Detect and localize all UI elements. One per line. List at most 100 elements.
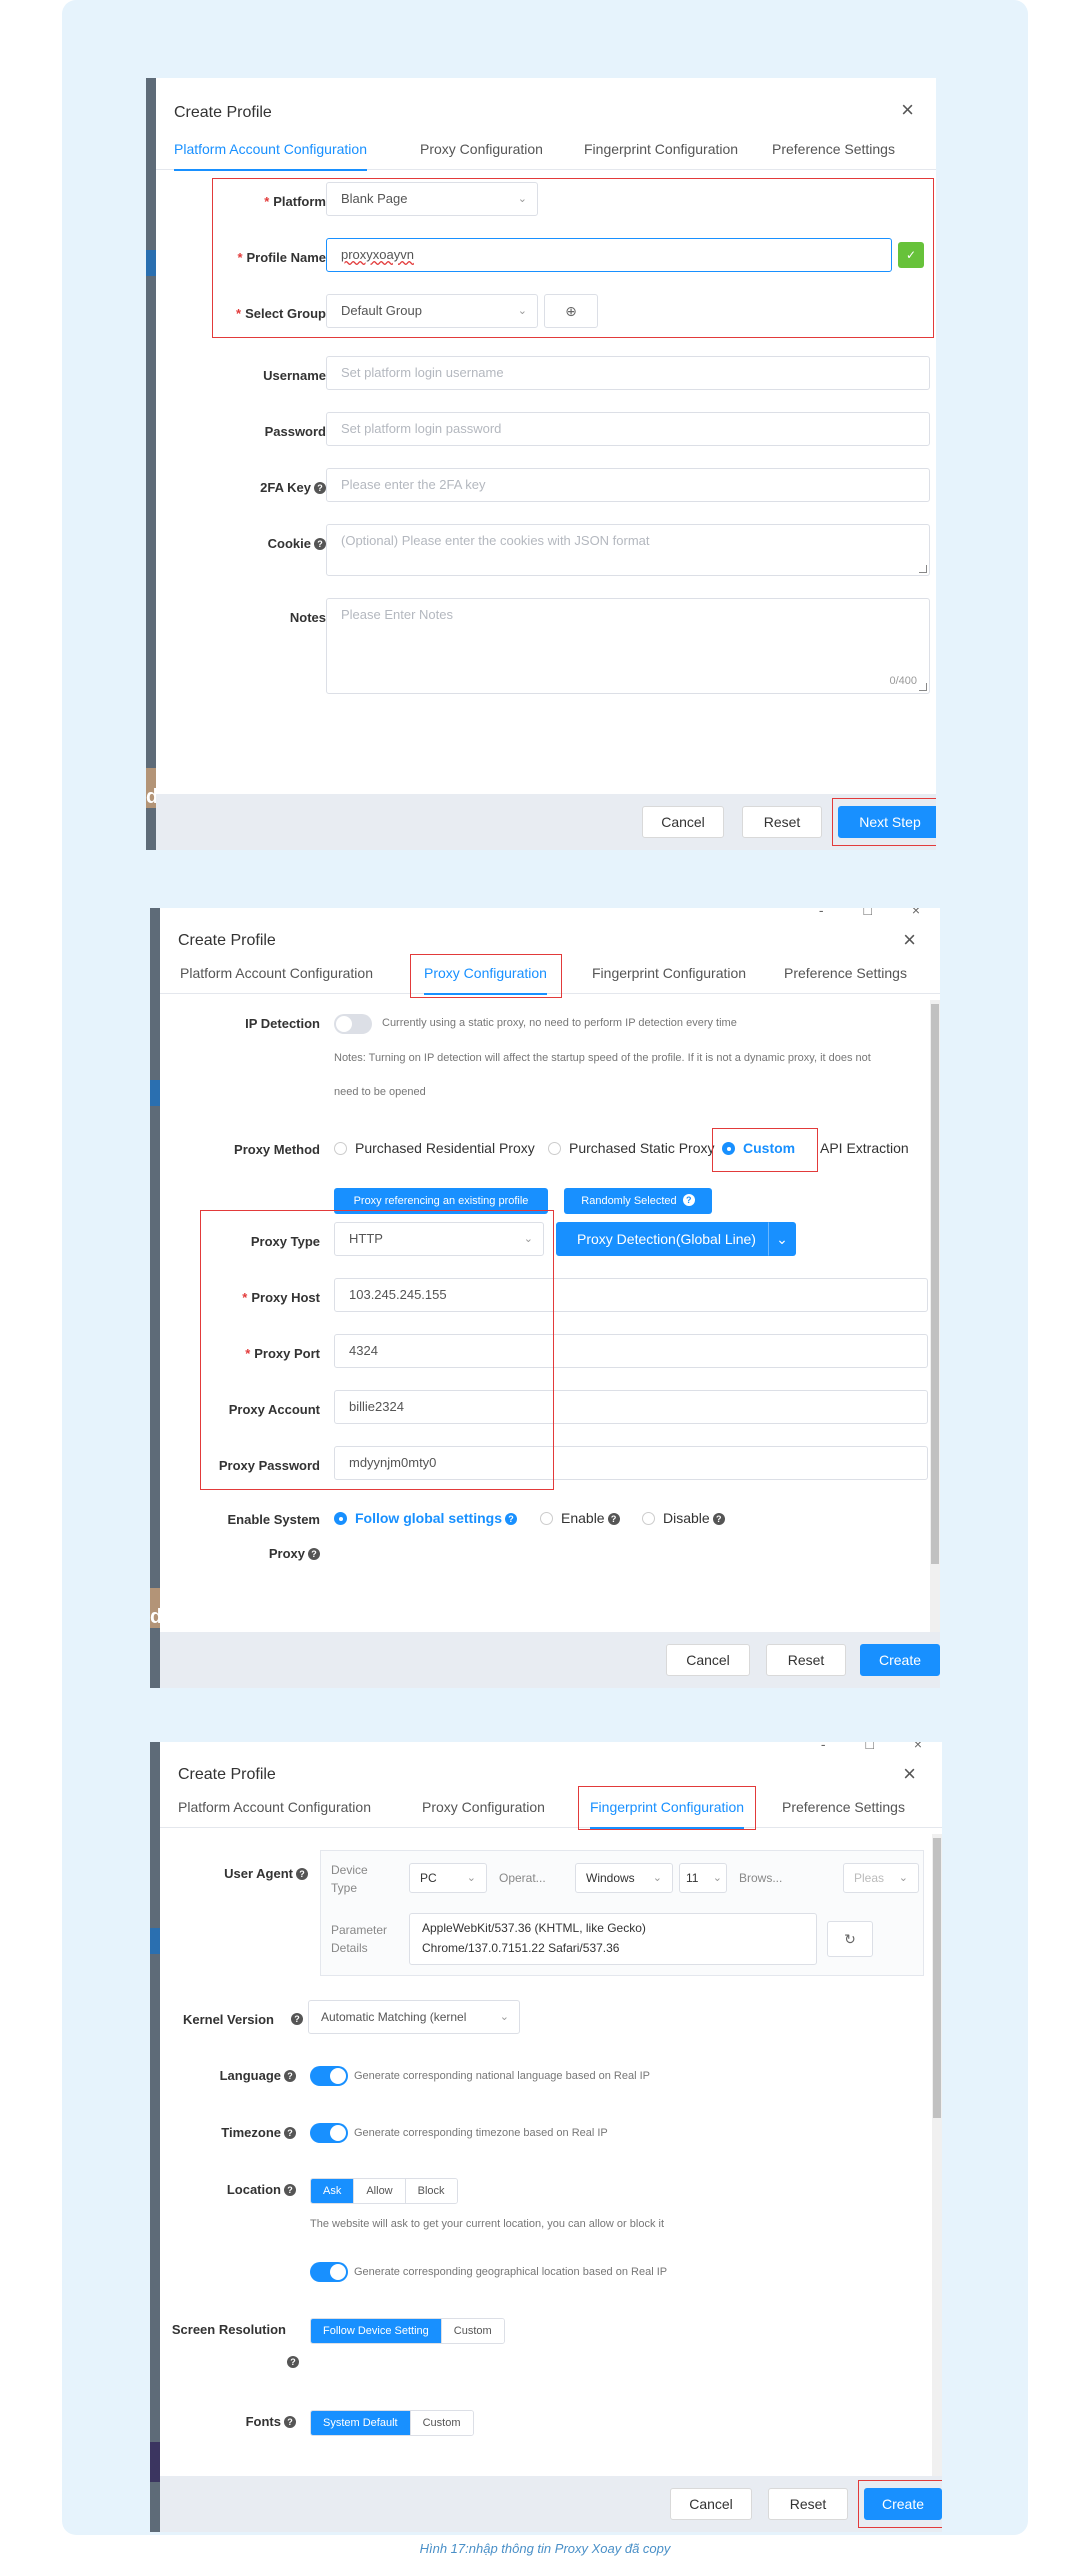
enable-radio[interactable]: Enable?: [540, 1510, 620, 1526]
help-icon: ?: [284, 2416, 296, 2428]
chevron-down-icon[interactable]: ⌄: [768, 1222, 796, 1256]
notes-textarea[interactable]: Please Enter Notes 0/400: [326, 598, 930, 694]
twofa-input[interactable]: Please enter the 2FA key: [326, 468, 930, 502]
os-select[interactable]: Windows ⌄: [575, 1863, 673, 1893]
check-icon[interactable]: ✓: [898, 242, 924, 268]
language-toggle[interactable]: [310, 2066, 348, 2086]
os-label: Operat...: [499, 1871, 546, 1885]
group-select[interactable]: Default Group ⌄: [326, 294, 538, 328]
method-residential-radio[interactable]: Purchased Residential Proxy: [334, 1140, 535, 1156]
help-icon: ?: [291, 2013, 303, 2025]
tab-preference[interactable]: Preference Settings: [772, 128, 895, 170]
create-profile-dialog: - □ × Create Profile × Platform Account …: [160, 908, 940, 1688]
random-select-button[interactable]: Randomly Selected ?: [564, 1188, 712, 1214]
fonts-system-default[interactable]: System Default: [311, 2411, 411, 2435]
tab-bar: Platform Account Configuration Proxy Con…: [160, 1786, 942, 1829]
method-static-radio[interactable]: Purchased Static Proxy: [548, 1140, 715, 1156]
timezone-text: Generate corresponding timezone based on…: [354, 2127, 608, 2139]
tab-preference[interactable]: Preference Settings: [784, 952, 907, 994]
resolution-custom[interactable]: Custom: [441, 2319, 504, 2343]
proxy-host-input[interactable]: 103.245.245.155: [334, 1278, 928, 1312]
left-strip: d: [150, 908, 162, 1688]
chevron-down-icon: ⌄: [466, 1872, 476, 1884]
os-version-select[interactable]: 11 ⌄: [679, 1863, 727, 1893]
add-group-icon[interactable]: ⊕: [544, 294, 598, 328]
device-type-label: Device Type: [331, 1863, 368, 1895]
help-icon: ?: [314, 538, 326, 550]
cancel-button[interactable]: Cancel: [670, 2488, 752, 2520]
platform-select[interactable]: Blank Page ⌄: [326, 182, 538, 216]
dialog-title: Create Profile: [178, 932, 276, 949]
cookie-textarea[interactable]: (Optional) Please enter the cookies with…: [326, 524, 930, 576]
resolution-segment: Follow Device Setting Custom: [310, 2318, 505, 2344]
tab-platform-account[interactable]: Platform Account Configuration: [178, 1786, 371, 1828]
reset-button[interactable]: Reset: [742, 806, 822, 838]
location-block[interactable]: Block: [405, 2179, 457, 2203]
cancel-button[interactable]: Cancel: [642, 806, 724, 838]
create-profile-dialog: Create Profile × Platform Account Config…: [156, 78, 936, 850]
tab-proxy[interactable]: Proxy Configuration: [420, 128, 543, 170]
tab-platform-account[interactable]: Platform Account Configuration: [180, 952, 373, 994]
chevron-down-icon: ⌄: [652, 1872, 662, 1884]
proxy-account-input[interactable]: billie2324: [334, 1390, 928, 1424]
refresh-icon[interactable]: ↻: [827, 1921, 873, 1957]
browser-select[interactable]: Pleas ⌄: [843, 1863, 919, 1893]
tab-preference[interactable]: Preference Settings: [782, 1786, 905, 1828]
reset-button[interactable]: Reset: [766, 1644, 846, 1676]
geolocation-toggle[interactable]: [310, 2262, 348, 2282]
ip-detection-toggle[interactable]: [334, 1014, 372, 1034]
timezone-toggle[interactable]: [310, 2123, 348, 2143]
proxy-password-input[interactable]: mdyynjm0mty0: [334, 1446, 928, 1480]
cancel-button[interactable]: Cancel: [666, 1644, 750, 1676]
location-segment: Ask Allow Block: [310, 2178, 458, 2204]
tab-fingerprint[interactable]: Fingerprint Configuration: [592, 952, 746, 994]
proxy-port-input[interactable]: 4324: [334, 1334, 928, 1368]
proxy-detection-button[interactable]: Proxy Detection(Global Line): [556, 1222, 768, 1256]
help-icon: ?: [712, 1513, 725, 1525]
create-button[interactable]: Create: [860, 1644, 940, 1676]
ip-note-line-1: Notes: Turning on IP detection will affe…: [334, 1052, 871, 1064]
tab-proxy[interactable]: Proxy Configuration: [422, 1786, 545, 1828]
scrollbar-thumb[interactable]: [933, 1838, 941, 2118]
tab-fingerprint[interactable]: Fingerprint Configuration: [590, 1786, 745, 1829]
location-allow[interactable]: Allow: [354, 2179, 406, 2203]
device-type-select[interactable]: PC ⌄: [409, 1863, 487, 1893]
tab-platform-account[interactable]: Platform Account Configuration: [174, 128, 367, 171]
resolution-follow-device[interactable]: Follow Device Setting: [311, 2319, 442, 2343]
ip-note-line-2: need to be opened: [334, 1086, 426, 1098]
scrollbar-thumb[interactable]: [931, 1004, 939, 1564]
ip-detection-label: IP Detection: [245, 1016, 320, 1031]
follow-global-radio[interactable]: Follow global settings?: [334, 1510, 517, 1526]
proxy-type-select[interactable]: HTTP ⌄: [334, 1222, 544, 1256]
language-label: Language?: [220, 2068, 296, 2083]
close-icon[interactable]: ×: [903, 1763, 916, 1785]
help-icon: ?: [296, 1868, 308, 1880]
tab-proxy[interactable]: Proxy Configuration: [424, 952, 547, 995]
proxy-type-label: Proxy Type: [250, 1234, 320, 1249]
create-button[interactable]: Create: [864, 2488, 942, 2520]
close-icon[interactable]: ×: [903, 929, 916, 951]
ua-parameter-textarea[interactable]: AppleWebKit/537.36 (KHTML, like Gecko) Ch…: [409, 1913, 817, 1965]
reference-profile-button[interactable]: Proxy referencing an existing profile: [334, 1188, 548, 1214]
profile-name-input[interactable]: proxyxoayvn: [326, 238, 892, 272]
disable-radio[interactable]: Disable?: [642, 1510, 725, 1526]
location-ask[interactable]: Ask: [311, 2179, 355, 2203]
profile-name-label: * Profile Name: [237, 250, 326, 265]
close-icon[interactable]: ×: [901, 99, 914, 121]
method-custom-radio[interactable]: Custom: [722, 1140, 795, 1156]
chevron-down-icon: ⌄: [495, 2001, 509, 2033]
password-input[interactable]: Set platform login password: [326, 412, 930, 446]
kernel-version-select[interactable]: Automatic Matching (kernel ⌄: [308, 2000, 520, 2034]
screen-resolution-label: Screen Resolution: [171, 2322, 286, 2337]
ip-detection-text: Currently using a static proxy, no need …: [382, 1017, 737, 1029]
fonts-custom[interactable]: Custom: [410, 2411, 473, 2435]
twofa-label: 2FA Key?: [260, 480, 326, 495]
reset-button[interactable]: Reset: [768, 2488, 848, 2520]
method-api-radio[interactable]: API Extraction: [820, 1140, 909, 1156]
tab-fingerprint[interactable]: Fingerprint Configuration: [584, 128, 738, 170]
next-step-button[interactable]: Next Step: [838, 806, 936, 838]
tab-bar: Platform Account Configuration Proxy Con…: [160, 952, 940, 995]
username-input[interactable]: Set platform login username: [326, 356, 930, 390]
chevron-down-icon: ⌄: [523, 1233, 533, 1245]
proxy-method-label: Proxy Method: [234, 1142, 320, 1157]
